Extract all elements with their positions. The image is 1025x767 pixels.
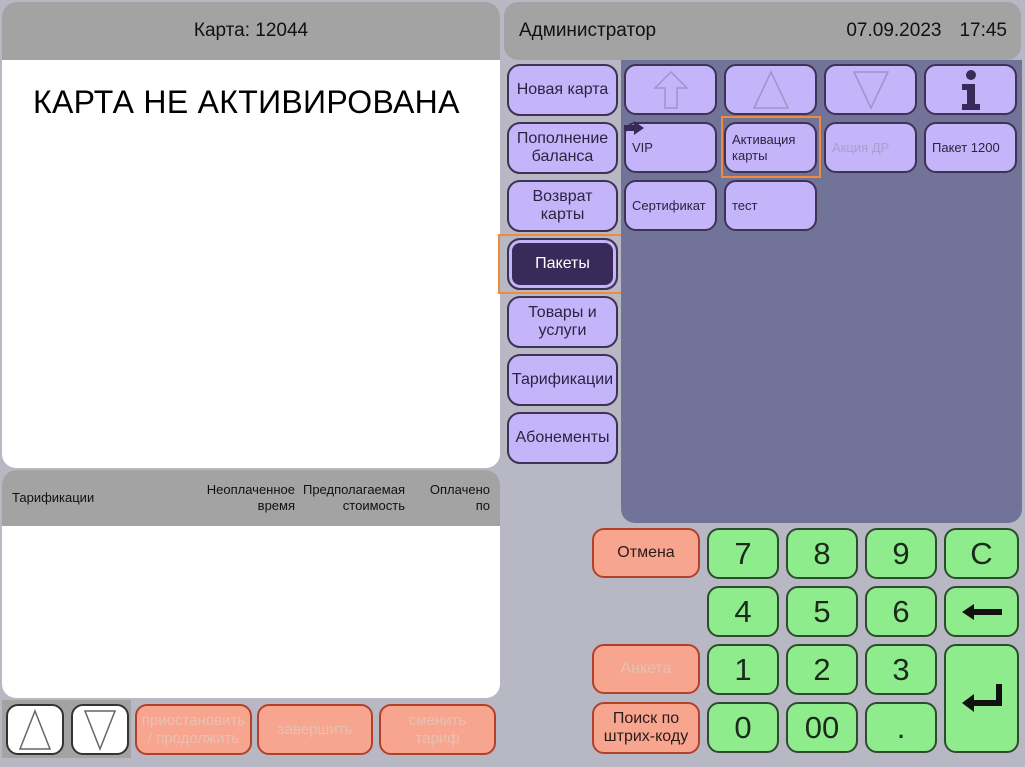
triangle-down-icon xyxy=(83,709,117,751)
key-2[interactable]: 2 xyxy=(786,644,858,695)
scroll-top-button[interactable] xyxy=(624,64,717,115)
package-test[interactable]: тест xyxy=(724,180,817,231)
category-goods-services[interactable]: Товары и услуги xyxy=(507,296,618,348)
package-birthday-promo[interactable]: Акция ДР xyxy=(824,122,917,173)
package-certificate[interactable]: Сертификат xyxy=(624,180,717,231)
pause-resume-button[interactable]: приостановить / продолжить xyxy=(135,704,252,755)
key-8[interactable]: 8 xyxy=(786,528,858,579)
key-00[interactable]: 00 xyxy=(786,702,858,753)
scroll-up-button[interactable] xyxy=(6,704,64,755)
column-tariff: Тарификации xyxy=(12,490,95,505)
key-4[interactable]: 4 xyxy=(707,586,779,637)
arrow-up-icon xyxy=(752,69,789,109)
change-tariff-button[interactable]: сменить тариф xyxy=(379,704,496,755)
page-down-button[interactable] xyxy=(824,64,917,115)
key-clear[interactable]: C xyxy=(944,528,1019,579)
info-button[interactable] xyxy=(924,64,1017,115)
scroll-down-button[interactable] xyxy=(71,704,129,755)
category-new-card[interactable]: Новая карта xyxy=(507,64,618,116)
barcode-search-button[interactable]: Поиск по штрих-коду xyxy=(592,702,700,754)
operator-name: Администратор xyxy=(519,20,657,41)
key-0[interactable]: 0 xyxy=(707,702,779,753)
column-estimated-cost: Предполагаемая стоимость xyxy=(302,482,405,513)
category-tariffs[interactable]: Тарификации xyxy=(507,354,618,406)
tariff-scroll-controls xyxy=(2,700,131,758)
key-9[interactable]: 9 xyxy=(865,528,937,579)
key-1[interactable]: 1 xyxy=(707,644,779,695)
key-7[interactable]: 7 xyxy=(707,528,779,579)
current-time: 17:45 xyxy=(959,20,1007,41)
category-packages[interactable]: Пакеты xyxy=(507,238,618,290)
key-dot[interactable]: . xyxy=(865,702,937,753)
category-card-return[interactable]: Возврат карты xyxy=(507,180,618,232)
tariff-table: Тарификации Неоплаченное время Предполаг… xyxy=(2,470,500,698)
column-paid-until: Оплачено по xyxy=(429,482,490,513)
key-enter[interactable] xyxy=(944,644,1019,753)
key-backspace[interactable] xyxy=(944,586,1019,637)
operator-header: Администратор 07.09.2023 17:45 xyxy=(504,2,1021,60)
finish-button[interactable]: завершить xyxy=(257,704,373,755)
key-5[interactable]: 5 xyxy=(786,586,858,637)
column-unpaid-time: Неоплаченное время xyxy=(206,482,295,513)
key-6[interactable]: 6 xyxy=(865,586,937,637)
survey-button[interactable]: Анкета xyxy=(592,644,700,694)
arrow-down-icon xyxy=(852,70,889,110)
current-date: 07.09.2023 xyxy=(846,20,942,41)
card-number-title: Карта: 12044 xyxy=(2,2,500,60)
category-top-up-balance[interactable]: Пополнение баланса xyxy=(507,122,618,174)
tariff-table-header: Тарификации Неоплаченное время Предполаг… xyxy=(2,470,500,526)
package-vip-label: VIP xyxy=(632,139,653,155)
triangle-up-icon xyxy=(18,708,52,750)
info-icon xyxy=(961,69,980,110)
key-3[interactable]: 3 xyxy=(865,644,937,695)
enter-arrow-icon xyxy=(961,683,1002,712)
cancel-button[interactable]: Отмена xyxy=(592,528,700,578)
category-subscriptions[interactable]: Абонементы xyxy=(507,412,618,464)
page-up-button[interactable] xyxy=(724,64,817,115)
scroll-top-icon xyxy=(652,70,689,109)
card-status-text: КАРТА НЕ АКТИВИРОВАНА xyxy=(33,84,460,120)
backspace-arrow-icon xyxy=(961,603,1002,620)
card-panel: Карта: 12044 КАРТА НЕ АКТИВИРОВАНА xyxy=(2,2,500,468)
arrow-right-icon xyxy=(624,121,644,135)
package-card-activation[interactable]: Активация карты xyxy=(724,122,817,173)
package-1200[interactable]: Пакет 1200 xyxy=(924,122,1017,173)
